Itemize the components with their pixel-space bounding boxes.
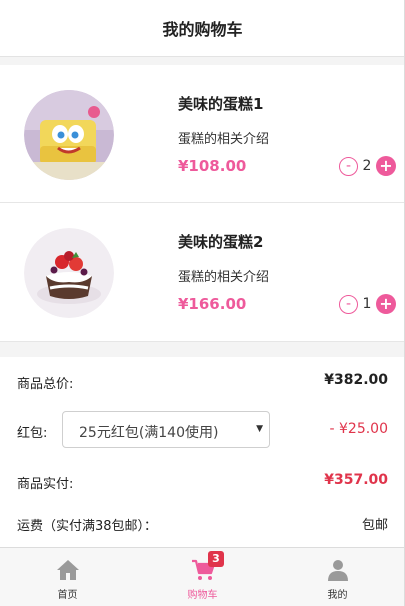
order-summary: 商品总价: ¥382.00 红包: - ¥25.00 25元红包(满140使用)… (0, 357, 405, 547)
plus-button[interactable]: + (376, 294, 396, 314)
item-price: ¥166.00 (178, 295, 247, 313)
page-header: 我的购物车 (0, 0, 405, 57)
cake-image[interactable] (24, 228, 114, 318)
item-price: ¥108.00 (178, 157, 247, 175)
tab-cart-label: 购物车 (187, 590, 218, 601)
tab-profile[interactable]: 我的 (270, 548, 405, 606)
cart-item: 美味的蛋糕2 蛋糕的相关介绍 ¥166.00 - 1 + (0, 203, 405, 342)
cart-count-badge: 3 (208, 551, 224, 567)
item-description: 蛋糕的相关介绍 (178, 132, 270, 147)
tab-home[interactable]: 首页 (0, 548, 135, 606)
item-description: 蛋糕的相关介绍 (178, 270, 270, 285)
tab-cart[interactable]: 购物车 (135, 548, 270, 606)
home-icon (56, 560, 79, 580)
redpacket-selected-option: 25元红包(满140使用) (79, 425, 219, 441)
total-row: 商品总价: ¥382.00 (0, 366, 405, 396)
item-name[interactable]: 美味的蛋糕2 (178, 231, 263, 252)
shipping-value: 包邮 (361, 518, 388, 533)
tab-profile-label: 我的 (327, 590, 348, 601)
quantity-stepper: - 2 + (339, 156, 396, 176)
user-icon (327, 560, 348, 581)
redpacket-label: 红包: (17, 426, 48, 441)
quantity-value: 2 (362, 158, 372, 174)
shipping-row: 运费（实付满38包邮）： 包邮 (0, 508, 405, 538)
quantity-stepper: - 1 + (339, 294, 396, 314)
tab-home-label: 首页 (57, 590, 78, 601)
minus-button[interactable]: - (339, 156, 358, 176)
quantity-value: 1 (362, 296, 372, 312)
total-label: 商品总价: (17, 377, 74, 392)
item-name[interactable]: 美味的蛋糕1 (178, 93, 263, 114)
shipping-label: 运费（实付满38包邮）： (17, 519, 158, 534)
bottom-tab-bar: 首页 购物车 我的 3 (0, 547, 405, 606)
caret-down-icon: ▼ (256, 424, 263, 434)
redpacket-select[interactable]: 25元红包(满140使用) ▼ (62, 411, 270, 448)
cake-image[interactable] (24, 90, 114, 180)
paid-row: 商品实付: ¥357.00 (0, 466, 405, 496)
paid-value: ¥357.00 (324, 472, 388, 488)
cart-item: 美味的蛋糕1 蛋糕的相关介绍 ¥108.00 - 2 + (0, 65, 405, 203)
plus-button[interactable]: + (376, 156, 396, 176)
total-value: ¥382.00 (324, 372, 388, 388)
minus-button[interactable]: - (339, 294, 358, 314)
page-title: 我的购物车 (162, 20, 243, 39)
redpacket-discount: - ¥25.00 (329, 421, 389, 437)
paid-label: 商品实付: (17, 477, 74, 492)
cart-list: 美味的蛋糕1 蛋糕的相关介绍 ¥108.00 - 2 + 美味的蛋糕2 蛋糕的相… (0, 65, 405, 342)
